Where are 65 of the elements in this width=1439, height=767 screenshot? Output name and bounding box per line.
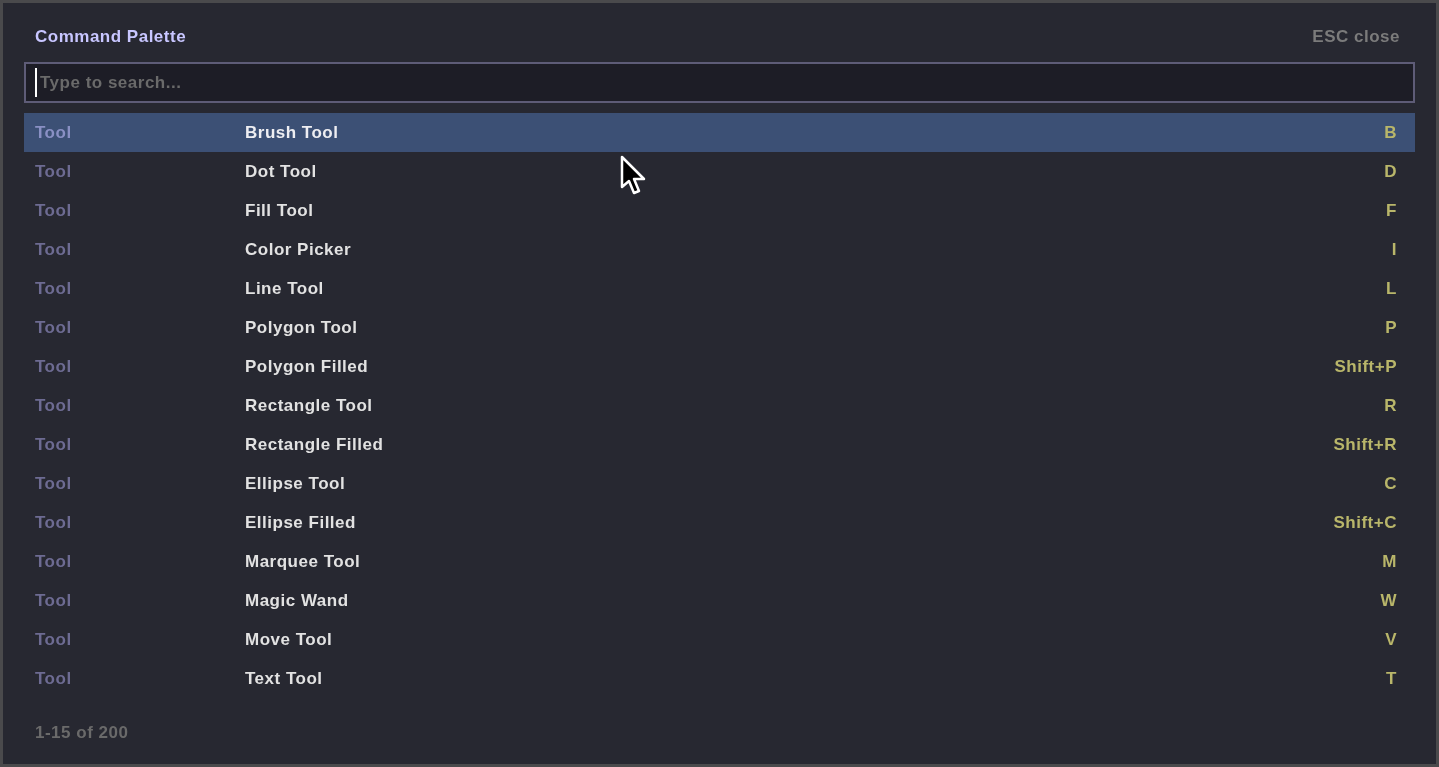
shortcut-label: L: [1386, 280, 1397, 297]
command-name: Polygon Filled: [245, 358, 370, 375]
command-category: Tool: [35, 124, 73, 141]
shortcut-label: C: [1384, 475, 1397, 492]
shortcut-label: I: [1391, 241, 1397, 258]
shortcut-label: T: [1386, 670, 1397, 687]
close-hint: ESC close: [1312, 27, 1400, 45]
command-row[interactable]: Tool Ellipse Tool C: [24, 464, 1415, 503]
shortcut-label: Shift+P: [1334, 358, 1397, 375]
command-category: Tool: [35, 514, 73, 531]
result-count: 1-15 of 200: [35, 723, 129, 741]
command-row[interactable]: Tool Rectangle Filled Shift+R: [24, 425, 1415, 464]
command-row[interactable]: Tool Color Picker I: [24, 230, 1415, 269]
command-row[interactable]: Tool Polygon Filled Shift+P: [24, 347, 1415, 386]
command-name: Text Tool: [245, 670, 324, 687]
shortcut-label: F: [1386, 202, 1397, 219]
command-category: Tool: [35, 553, 73, 570]
command-category: Tool: [35, 163, 73, 180]
command-name: Color Picker: [245, 241, 353, 258]
command-name: Marquee Tool: [245, 553, 362, 570]
command-category: Tool: [35, 241, 73, 258]
command-name: Ellipse Filled: [245, 514, 357, 531]
command-category: Tool: [35, 202, 73, 219]
command-name: Fill Tool: [245, 202, 315, 219]
command-row[interactable]: Tool Ellipse Filled Shift+C: [24, 503, 1415, 542]
command-row[interactable]: Tool Line Tool L: [24, 269, 1415, 308]
command-row[interactable]: Tool Marquee Tool M: [24, 542, 1415, 581]
command-row[interactable]: Tool Dot Tool D: [24, 152, 1415, 191]
command-name: Dot Tool: [245, 163, 318, 180]
command-name: Rectangle Filled: [245, 436, 385, 453]
command-name: Magic Wand: [245, 592, 350, 609]
command-category: Tool: [35, 631, 73, 648]
command-category: Tool: [35, 280, 73, 297]
command-name: Ellipse Tool: [245, 475, 347, 492]
shortcut-label: B: [1384, 124, 1397, 141]
shortcut-label: Shift+C: [1333, 514, 1397, 531]
command-category: Tool: [35, 670, 73, 687]
shortcut-label: W: [1380, 592, 1397, 609]
command-row[interactable]: Tool Fill Tool F: [24, 191, 1415, 230]
command-name: Move Tool: [245, 631, 334, 648]
command-category: Tool: [35, 475, 73, 492]
command-name: Brush Tool: [245, 124, 340, 141]
palette-title: Command Palette: [35, 27, 187, 45]
command-row[interactable]: Tool Brush Tool B: [24, 113, 1415, 152]
command-name: Polygon Tool: [245, 319, 359, 336]
command-category: Tool: [35, 397, 73, 414]
shortcut-label: D: [1384, 163, 1397, 180]
command-row[interactable]: Tool Magic Wand W: [24, 581, 1415, 620]
shortcut-label: V: [1385, 631, 1397, 648]
shortcut-label: Shift+R: [1333, 436, 1397, 453]
command-row[interactable]: Tool Rectangle Tool R: [24, 386, 1415, 425]
command-name: Line Tool: [245, 280, 325, 297]
mouse-pointer-icon: [620, 155, 648, 197]
command-name: Rectangle Tool: [245, 397, 374, 414]
shortcut-label: M: [1382, 553, 1397, 570]
command-row[interactable]: Tool Text Tool T: [24, 659, 1415, 698]
shortcut-label: R: [1384, 397, 1397, 414]
command-category: Tool: [35, 358, 73, 375]
command-category: Tool: [35, 436, 73, 453]
shortcut-label: P: [1385, 319, 1397, 336]
search-field[interactable]: Type to search...: [24, 62, 1415, 103]
command-row[interactable]: Tool Move Tool V: [24, 620, 1415, 659]
command-category: Tool: [35, 592, 73, 609]
command-row[interactable]: Tool Polygon Tool P: [24, 308, 1415, 347]
command-category: Tool: [35, 319, 73, 336]
